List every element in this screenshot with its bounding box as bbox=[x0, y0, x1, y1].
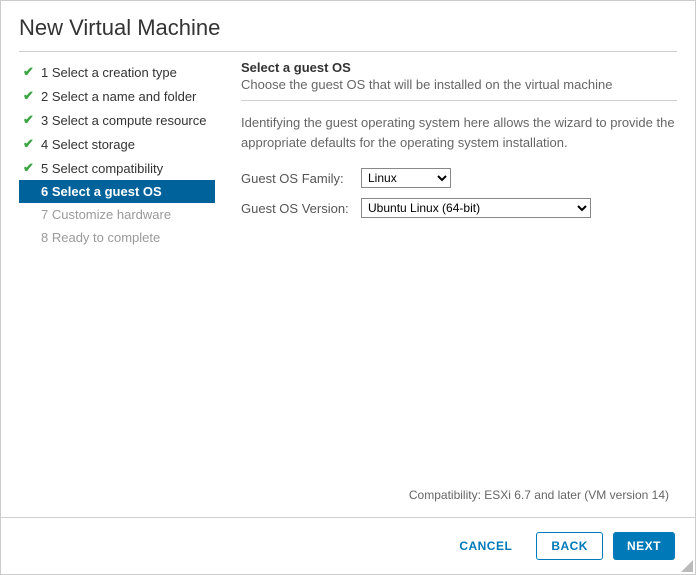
guest-os-version-row: Guest OS Version: Ubuntu Linux (64-bit) bbox=[241, 198, 677, 218]
cancel-button[interactable]: CANCEL bbox=[445, 532, 526, 560]
dialog-title: New Virtual Machine bbox=[19, 15, 677, 41]
check-icon: ✔ bbox=[23, 112, 35, 128]
panel-divider bbox=[241, 100, 677, 101]
guest-os-version-label: Guest OS Version: bbox=[241, 201, 361, 216]
step-2-name-folder[interactable]: ✔ 2 Select a name and folder bbox=[19, 84, 215, 108]
panel-subtitle: Choose the guest OS that will be install… bbox=[241, 77, 677, 92]
step-5-compatibility[interactable]: ✔ 5 Select compatibility bbox=[19, 156, 215, 180]
guest-os-family-select[interactable]: Linux bbox=[361, 168, 451, 188]
guest-os-family-row: Guest OS Family: Linux bbox=[241, 168, 677, 188]
dialog-footer: CANCEL BACK NEXT bbox=[1, 517, 695, 574]
guest-os-family-label: Guest OS Family: bbox=[241, 171, 361, 186]
dialog-header: New Virtual Machine bbox=[1, 1, 695, 51]
step-3-compute-resource[interactable]: ✔ 3 Select a compute resource bbox=[19, 108, 215, 132]
step-7-customize-hardware: 7 Customize hardware bbox=[19, 203, 215, 226]
panel-description: Identifying the guest operating system h… bbox=[241, 113, 677, 152]
dialog-content: ✔ 1 Select a creation type ✔ 2 Select a … bbox=[1, 52, 695, 517]
compatibility-text: Compatibility: ESXi 6.7 and later (VM ve… bbox=[409, 488, 669, 502]
check-icon: ✔ bbox=[23, 160, 35, 176]
back-button[interactable]: BACK bbox=[536, 532, 603, 560]
guest-os-version-select[interactable]: Ubuntu Linux (64-bit) bbox=[361, 198, 591, 218]
check-icon: ✔ bbox=[23, 136, 35, 152]
step-6-guest-os[interactable]: 6 Select a guest OS bbox=[19, 180, 215, 203]
check-icon: ✔ bbox=[23, 64, 35, 80]
check-icon: ✔ bbox=[23, 88, 35, 104]
panel-title: Select a guest OS bbox=[241, 60, 677, 75]
step-8-ready-complete: 8 Ready to complete bbox=[19, 226, 215, 249]
step-1-creation-type[interactable]: ✔ 1 Select a creation type bbox=[19, 60, 215, 84]
main-panel: Select a guest OS Choose the guest OS th… bbox=[215, 60, 677, 517]
step-4-storage[interactable]: ✔ 4 Select storage bbox=[19, 132, 215, 156]
next-button[interactable]: NEXT bbox=[613, 532, 675, 560]
wizard-steps: ✔ 1 Select a creation type ✔ 2 Select a … bbox=[19, 60, 215, 517]
